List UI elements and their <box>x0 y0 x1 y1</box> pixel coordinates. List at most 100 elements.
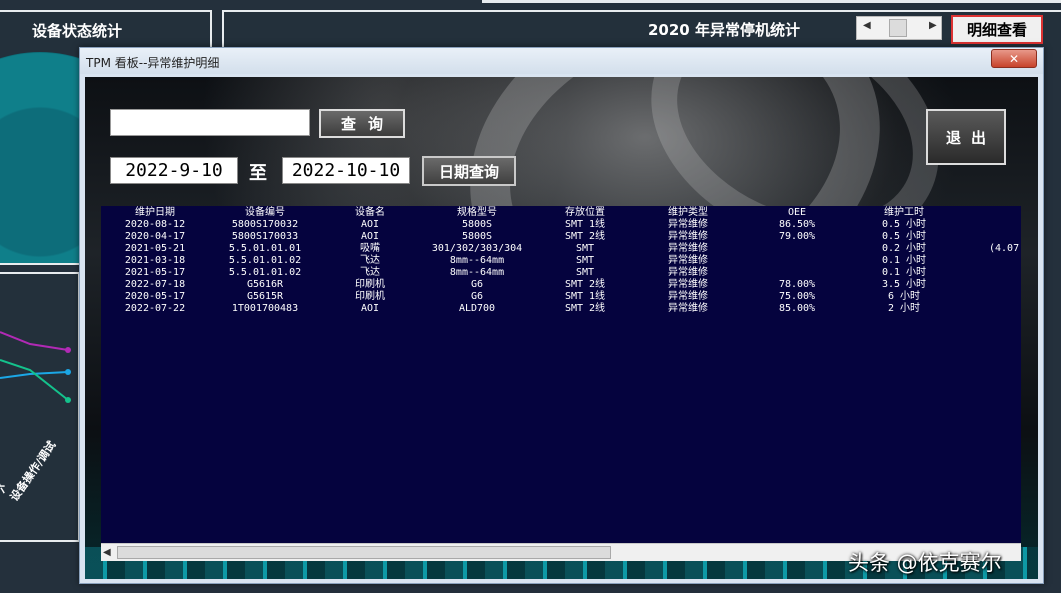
cell-oee <box>763 255 831 267</box>
cell-oee: 78.00% <box>778 279 816 290</box>
cell-type: 异常维修 <box>668 279 708 290</box>
cell-device-name: AOI <box>360 219 380 230</box>
axis-label-fragment: 六 <box>0 480 5 496</box>
list-item[interactable]: 2021-05-21 5.5.01.01.01 吸嘴 301/302/303/3… <box>101 243 1021 255</box>
cell-model: 8mm--64mm <box>449 267 505 278</box>
cell-type: 异常维修 <box>668 267 708 278</box>
list-item[interactable]: 2020-04-17 5800S170033 AOI 5800S SMT 2线 … <box>101 231 1021 243</box>
cell-type: 异常维修 <box>668 303 708 314</box>
column-header: OEE <box>787 207 807 218</box>
cell-oee: 79.00% <box>778 231 816 242</box>
cell-date: 2021-05-17 <box>124 267 186 278</box>
cell-date: 2020-05-17 <box>124 291 186 302</box>
cell-device-name: 飞达 <box>360 267 380 278</box>
date-query-button[interactable]: 日期查询 <box>422 156 516 186</box>
trend-chart-panel <box>0 272 80 542</box>
column-header: 规格型号 <box>457 207 497 218</box>
list-item[interactable]: 2020-05-17 G5615R 印刷机 G6 SMT 1线 异常维修 75.… <box>101 291 1021 303</box>
list-item[interactable]: 2020-08-12 5800S170032 AOI 5800S SMT 1线 … <box>101 219 1021 231</box>
detail-view-button[interactable]: 明细查看 <box>951 15 1043 44</box>
cell-extra: (4.07 <box>989 243 1020 254</box>
cell-model: 5800S <box>461 231 493 242</box>
cell-device-id: G5616R <box>246 279 284 290</box>
cell-hours: 6 小时 <box>887 291 921 302</box>
cell-model: ALD700 <box>458 303 496 314</box>
cell-device-id: 5800S170033 <box>231 231 299 242</box>
top-divider <box>482 0 1061 3</box>
series-green <box>0 359 69 401</box>
cell-device-name: 飞达 <box>360 255 380 266</box>
cell-model: G6 <box>470 279 484 290</box>
cell-location: SMT <box>575 267 595 278</box>
cell-hours: 0.1 小时 <box>881 267 927 278</box>
cell-type: 异常维修 <box>668 231 708 242</box>
cell-type: 异常维修 <box>668 243 708 254</box>
downtime-title: 2020 年异常停机统计 <box>648 21 800 39</box>
list-item[interactable]: 2022-07-18 G5616R 印刷机 G6 SMT 2线 异常维修 78.… <box>101 279 1021 291</box>
year-scroll-thumb[interactable] <box>889 19 907 37</box>
cell-device-id: 5800S170032 <box>231 219 299 230</box>
cell-device-name: AOI <box>360 303 380 314</box>
query-button[interactable]: 查询 <box>319 109 405 138</box>
column-header: 维护工时 <box>884 207 924 218</box>
horizontal-scroll-thumb[interactable] <box>117 546 611 559</box>
point-purple <box>65 347 71 353</box>
list-item[interactable]: 2021-03-18 5.5.01.01.02 飞达 8mm--64mm SMT… <box>101 255 1021 267</box>
cell-model: 5800S <box>461 219 493 230</box>
close-icon: ✕ <box>1008 51 1020 66</box>
cell-location: SMT 1线 <box>564 219 606 230</box>
column-header: 设备编号 <box>245 207 285 218</box>
list-item[interactable]: 2022-07-22 1T001700483 AOI ALD700 SMT 2线… <box>101 303 1021 315</box>
column-header: 存放位置 <box>565 207 605 218</box>
cell-device-id: 5.5.01.01.02 <box>228 255 302 266</box>
cell-model: 301/302/303/304 <box>431 243 523 254</box>
column-header: 设备名 <box>355 207 385 218</box>
maintenance-list[interactable]: 维护日期 设备编号 设备名 规格型号 存放位置 维护类型 OEE 维护工时 20… <box>101 206 1021 561</box>
scroll-left-icon[interactable]: ◀ <box>863 20 871 31</box>
cell-type: 异常维修 <box>668 255 708 266</box>
scroll-right-icon[interactable]: ▶ <box>929 20 937 31</box>
date-separator: 至 <box>249 163 267 184</box>
cell-date: 2021-05-21 <box>124 243 186 254</box>
scroll-left-arrow-icon[interactable]: ◀ <box>103 547 111 558</box>
cell-model: G6 <box>470 291 484 302</box>
cell-location: SMT 1线 <box>564 291 606 302</box>
cell-oee <box>763 243 831 255</box>
cell-oee: 75.00% <box>778 291 816 302</box>
cell-device-id: 5.5.01.01.02 <box>228 267 302 278</box>
cell-hours: 3.5 小时 <box>881 279 927 290</box>
dialog-title: TPM 看板--异常维护明细 <box>86 56 220 70</box>
cell-date: 2020-08-12 <box>124 219 186 230</box>
column-header: 维护类型 <box>668 207 708 218</box>
cell-hours: 0.1 小时 <box>881 255 927 266</box>
cell-device-name: AOI <box>360 231 380 242</box>
cell-type: 异常维修 <box>668 219 708 230</box>
close-button[interactable]: ✕ <box>991 49 1037 68</box>
cell-extra <box>989 231 1021 243</box>
cell-device-name: 吸嘴 <box>360 243 380 254</box>
trend-line-chart <box>0 331 71 403</box>
dialog-titlebar[interactable]: TPM 看板--异常维护明细 ✕ <box>80 48 1043 74</box>
cell-device-id: 1T001700483 <box>231 303 299 314</box>
cell-location: SMT <box>575 243 595 254</box>
cell-extra <box>989 255 1021 267</box>
cell-extra <box>989 219 1021 231</box>
device-status-title: 设备状态统计 <box>32 22 123 40</box>
list-item[interactable]: 2021-05-17 5.5.01.01.02 飞达 8mm--64mm SMT… <box>101 267 1021 279</box>
search-input[interactable] <box>110 109 310 136</box>
cell-location: SMT 2线 <box>564 231 606 242</box>
year-scrollbar[interactable]: ◀ ▶ <box>856 16 942 40</box>
exit-button[interactable]: 退出 <box>926 109 1006 165</box>
cell-extra <box>989 303 1021 315</box>
cell-device-id: 5.5.01.01.01 <box>228 243 302 254</box>
column-header: 维护日期 <box>135 207 175 218</box>
cell-date: 2022-07-18 <box>124 279 186 290</box>
watermark: 头条 @依克赛尔 <box>848 551 1002 575</box>
column-header <box>989 207 1021 219</box>
date-to-field[interactable]: 2022-10-10 <box>282 157 410 184</box>
series-purple <box>0 331 69 351</box>
date-from-field[interactable]: 2022-9-10 <box>110 157 238 184</box>
cell-extra <box>989 267 1021 279</box>
cell-hours: 0.5 小时 <box>881 219 927 230</box>
cell-date: 2020-04-17 <box>124 231 186 242</box>
